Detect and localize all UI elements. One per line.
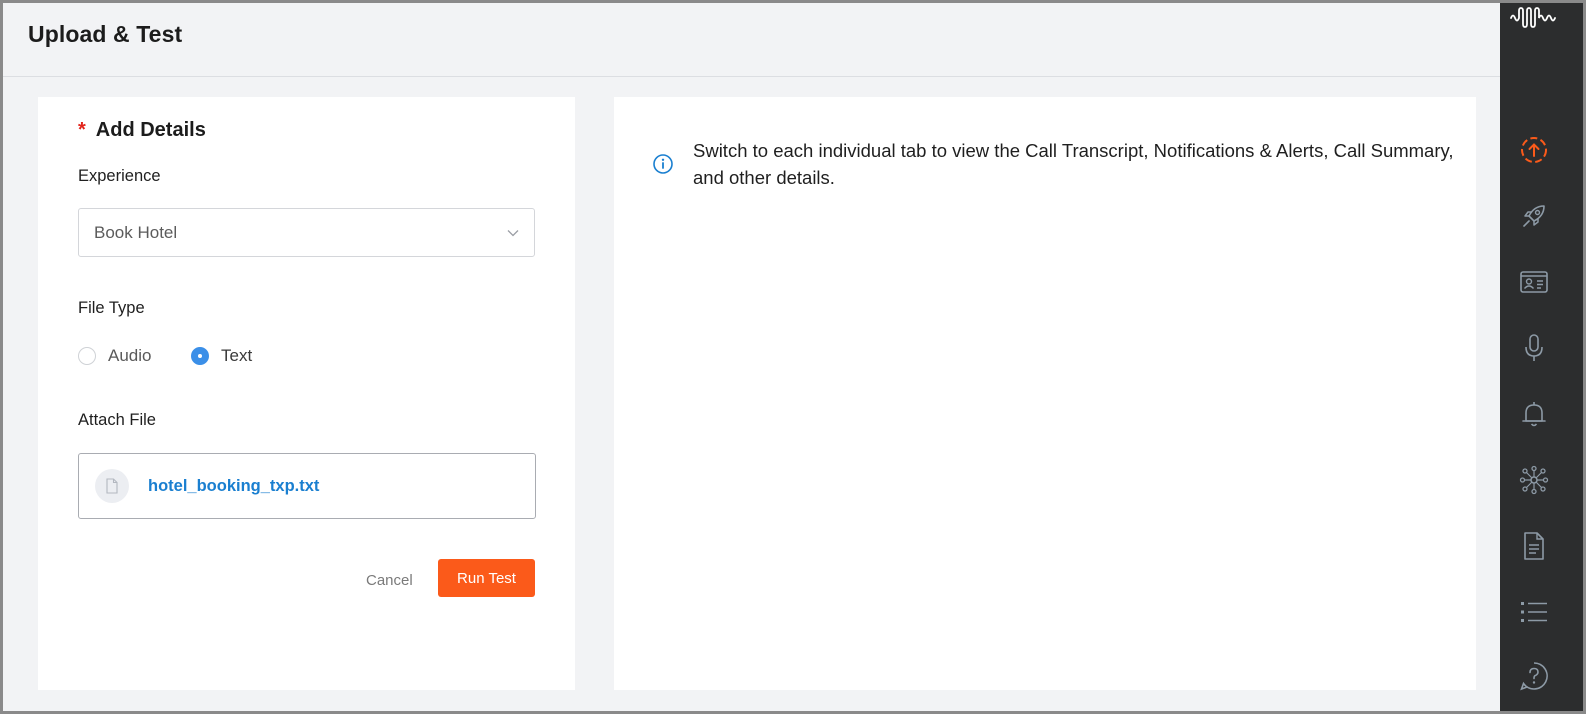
waveform-logo-icon[interactable]	[1510, 7, 1556, 29]
radio-text-circle[interactable]	[191, 347, 209, 365]
card-title-text: Add Details	[95, 119, 206, 141]
required-marker: *	[78, 119, 86, 141]
list-icon[interactable]	[1518, 596, 1550, 628]
upload-circle-icon[interactable]	[1518, 134, 1550, 166]
info-message: Switch to each individual tab to view th…	[693, 140, 1454, 188]
experience-select-value: Book Hotel	[94, 223, 178, 242]
rocket-icon[interactable]	[1518, 200, 1550, 232]
radio-text[interactable]: Text	[191, 344, 252, 368]
card-title: * Add Details	[78, 119, 206, 142]
file-type-radio-group: Audio Text	[78, 344, 378, 368]
page-title: Upload & Test	[28, 21, 183, 47]
bell-icon[interactable]	[1518, 398, 1550, 430]
experience-select[interactable]: Book Hotel	[78, 208, 535, 257]
results-card: Switch to each individual tab to view th…	[614, 97, 1476, 690]
microphone-icon[interactable]	[1518, 332, 1550, 364]
right-nav-rail	[1500, 3, 1583, 711]
radio-text-label: Text	[221, 346, 253, 365]
file-icon	[106, 478, 118, 494]
attach-file-box[interactable]: hotel_booking_txp.txt	[78, 453, 536, 519]
help-icon[interactable]	[1518, 660, 1550, 692]
radio-audio-label: Audio	[108, 346, 152, 365]
attached-file-name[interactable]: hotel_booking_txp.txt	[148, 477, 319, 496]
info-icon	[653, 154, 673, 174]
id-card-icon[interactable]	[1518, 266, 1550, 298]
document-icon[interactable]	[1518, 530, 1550, 562]
chevron-down-icon	[507, 230, 519, 237]
file-badge	[95, 469, 129, 503]
radio-audio-circle[interactable]	[78, 347, 96, 365]
network-icon[interactable]	[1518, 464, 1550, 496]
experience-label: Experience	[78, 167, 161, 185]
file-type-label: File Type	[78, 299, 145, 317]
radio-audio[interactable]: Audio	[78, 344, 151, 368]
app-frame: Upload & Test * Add Details Experience Bo…	[0, 0, 1586, 714]
page-header: Upload & Test	[3, 3, 1500, 77]
cancel-button[interactable]: Cancel	[366, 569, 413, 591]
add-details-card: * Add Details Experience Book Hotel File …	[38, 97, 575, 690]
run-test-button[interactable]: Run Test	[438, 559, 535, 597]
attach-file-label: Attach File	[78, 411, 156, 429]
